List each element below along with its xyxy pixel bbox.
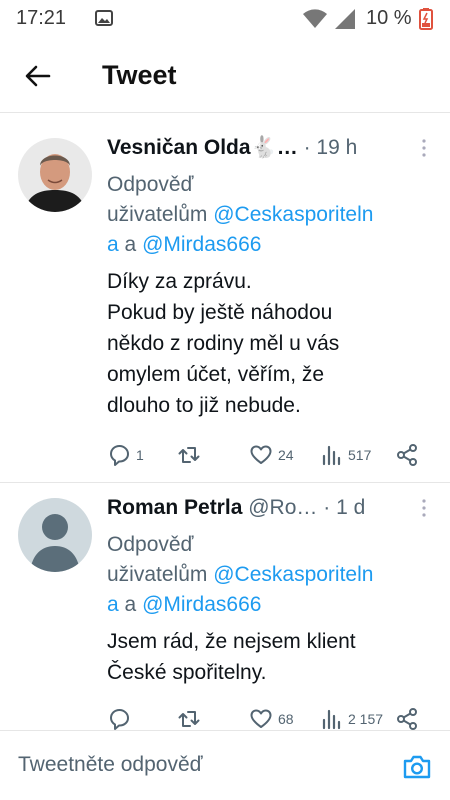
tweet-text-line: Jsem rád, že nejsem klient bbox=[107, 630, 356, 653]
mention-link[interactable]: @Ceskasporiteln bbox=[213, 563, 373, 586]
more-options-button[interactable] bbox=[420, 498, 428, 518]
more-vertical-icon bbox=[422, 139, 426, 157]
divider bbox=[0, 482, 450, 483]
reply-composer: Tweetněte odpověď bbox=[0, 730, 450, 800]
more-options-button[interactable] bbox=[420, 138, 428, 158]
like-button[interactable]: 68 bbox=[249, 706, 294, 732]
reply-users-prefix: uživatelům bbox=[107, 203, 208, 226]
camera-icon bbox=[403, 755, 431, 779]
reply-context: Odpověď uživatelům @Ceskasporiteln a a @… bbox=[107, 170, 373, 260]
views-icon bbox=[322, 709, 341, 730]
mention-link-cont[interactable]: a bbox=[107, 233, 119, 256]
like-count: 68 bbox=[278, 711, 294, 727]
reply-count: 1 bbox=[136, 447, 144, 463]
tweet-text-line: Díky za zprávu. bbox=[107, 270, 252, 293]
tweet-time[interactable]: 19 h bbox=[316, 136, 357, 159]
reply-context: Odpověď uživatelům @Ceskasporiteln a a @… bbox=[107, 530, 373, 620]
reply-users-prefix: uživatelům bbox=[107, 563, 208, 586]
heart-icon bbox=[250, 445, 272, 464]
page-title: Tweet bbox=[102, 60, 177, 90]
reply-mentions-line: a a @Mirdas666 bbox=[107, 590, 373, 620]
tweet[interactable]: Roman Petrla @Ro… · 1 d Odpověď uživatel… bbox=[0, 492, 450, 730]
avatar[interactable] bbox=[18, 498, 92, 572]
tweet-text-line: někdo z rodiny měl u vás bbox=[107, 332, 340, 355]
avatar[interactable] bbox=[18, 138, 92, 212]
app-header: Tweet bbox=[0, 40, 450, 110]
share-button[interactable] bbox=[395, 706, 419, 732]
tweet-header: Vesničan Olda🐇… · 19 h bbox=[107, 136, 426, 166]
views-count: 517 bbox=[348, 447, 372, 463]
share-icon bbox=[397, 444, 417, 466]
reply-button[interactable] bbox=[107, 706, 136, 732]
separator-dot: · bbox=[303, 136, 311, 159]
like-count: 24 bbox=[278, 447, 294, 463]
views-button[interactable]: 2 157 bbox=[321, 706, 383, 732]
reply-mentions-line: a a @Mirdas666 bbox=[107, 230, 373, 260]
retweet-button[interactable] bbox=[177, 442, 206, 468]
like-button[interactable]: 24 bbox=[249, 442, 294, 468]
camera-button[interactable] bbox=[402, 753, 432, 781]
signal-icon bbox=[334, 8, 356, 35]
tweet[interactable]: Vesničan Olda🐇… · 19 h Odpověď uživatelů… bbox=[0, 132, 450, 482]
tweet-body: Díky za zprávu. Pokud by ještě náhodou n… bbox=[107, 266, 427, 421]
tweet-text-line: dlouho to již nebude. bbox=[107, 394, 301, 417]
views-count: 2 157 bbox=[348, 711, 384, 727]
mention-link[interactable]: @Ceskasporiteln bbox=[213, 203, 373, 226]
reply-label: Odpověď bbox=[107, 173, 194, 196]
divider bbox=[0, 112, 450, 113]
more-vertical-icon bbox=[422, 499, 426, 517]
views-icon bbox=[322, 445, 341, 466]
tweet-actions: 68 2 157 bbox=[107, 706, 427, 732]
reply-input[interactable]: Tweetněte odpověď bbox=[18, 753, 203, 777]
reply-and: a bbox=[124, 233, 137, 256]
tweet-time[interactable]: 1 d bbox=[336, 496, 365, 519]
tweet-text-line: omylem účet, věřím, že bbox=[107, 363, 325, 386]
author-name[interactable]: Roman Petrla bbox=[107, 496, 242, 519]
mention-link-cont[interactable]: a bbox=[107, 593, 119, 616]
photo-icon bbox=[95, 10, 113, 31]
tweet-body: Jsem rád, že nejsem klient České spořite… bbox=[107, 626, 427, 688]
heart-icon bbox=[250, 709, 272, 728]
mention-link[interactable]: @Mirdas666 bbox=[142, 593, 261, 616]
status-bar: 17:21 10 % bbox=[0, 0, 450, 36]
retweet-button[interactable] bbox=[177, 706, 206, 732]
reply-icon bbox=[110, 709, 129, 730]
back-button[interactable] bbox=[22, 60, 54, 92]
tweet-text-line: České spořitelny. bbox=[107, 661, 267, 684]
reply-users-line: uživatelům @Ceskasporiteln bbox=[107, 200, 373, 230]
author-handle[interactable]: @Ro… bbox=[248, 496, 317, 519]
reply-users-line: uživatelům @Ceskasporiteln bbox=[107, 560, 373, 590]
author-name[interactable]: Vesničan Olda🐇… bbox=[107, 136, 298, 159]
reply-label: Odpověď bbox=[107, 533, 194, 556]
reply-icon bbox=[110, 445, 129, 466]
status-time: 17:21 bbox=[16, 7, 67, 29]
battery-low-icon bbox=[419, 8, 433, 35]
default-avatar-icon bbox=[18, 498, 92, 572]
mention-link[interactable]: @Mirdas666 bbox=[142, 233, 261, 256]
reply-and: a bbox=[124, 593, 137, 616]
battery-percent: 10 % bbox=[366, 7, 412, 29]
arrow-left-icon bbox=[25, 65, 51, 87]
views-button[interactable]: 517 bbox=[321, 442, 371, 468]
wifi-icon bbox=[302, 9, 328, 34]
share-button[interactable] bbox=[395, 442, 419, 468]
retweet-icon bbox=[178, 447, 200, 463]
reply-button[interactable]: 1 bbox=[107, 442, 144, 468]
share-icon bbox=[397, 708, 417, 730]
retweet-icon bbox=[178, 711, 200, 727]
tweet-text-line: Pokud by ještě náhodou bbox=[107, 301, 333, 324]
tweet-header: Roman Petrla @Ro… · 1 d bbox=[107, 496, 426, 526]
separator-dot: · bbox=[323, 496, 331, 519]
tweet-actions: 1 24 517 bbox=[107, 442, 427, 468]
